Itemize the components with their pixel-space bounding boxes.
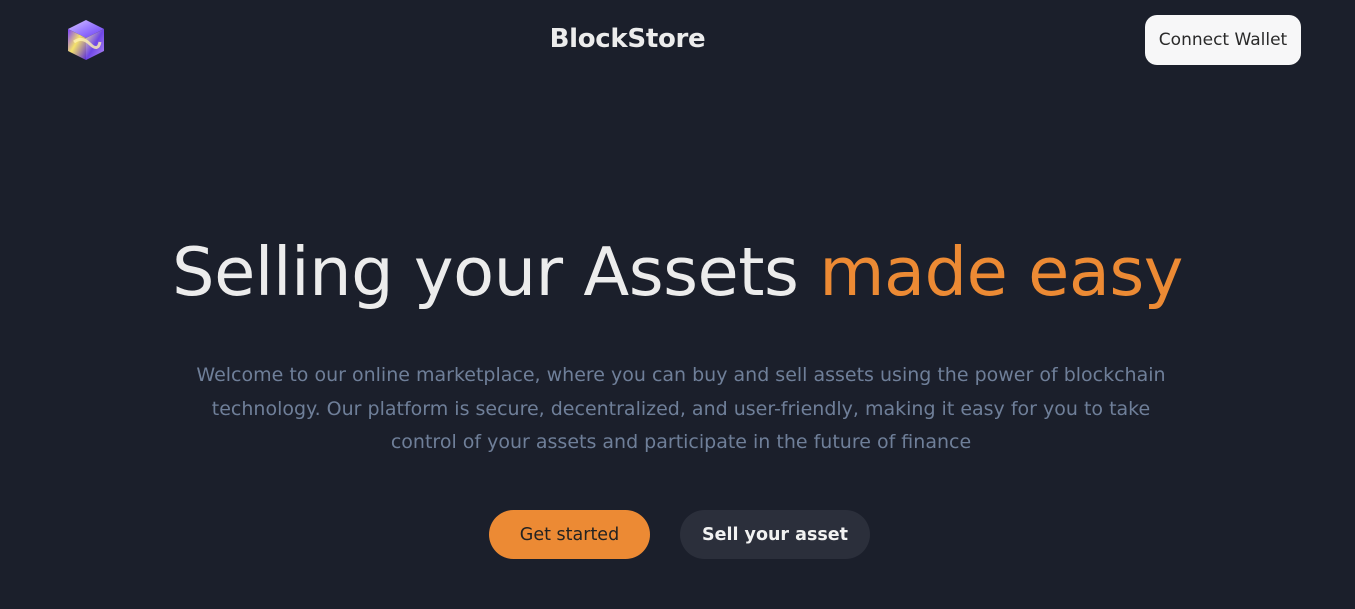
hero-description: Welcome to our online marketplace, where…	[196, 364, 1166, 453]
cta-button-group: Get started Sell your asset	[0, 510, 1355, 559]
headline-accent-text: made easy	[819, 233, 1183, 311]
sell-asset-button[interactable]: Sell your asset	[680, 510, 870, 559]
landing-page: BlockStore Connect Wallet Selling your A…	[0, 0, 1355, 609]
brand-name: BlockStore	[549, 24, 706, 54]
get-started-button[interactable]: Get started	[489, 510, 650, 559]
hero-headline: Selling your Assets made easy	[0, 228, 1355, 316]
connect-wallet-button[interactable]: Connect Wallet	[1145, 15, 1301, 65]
headline-main-text: Selling your Assets	[172, 233, 820, 311]
